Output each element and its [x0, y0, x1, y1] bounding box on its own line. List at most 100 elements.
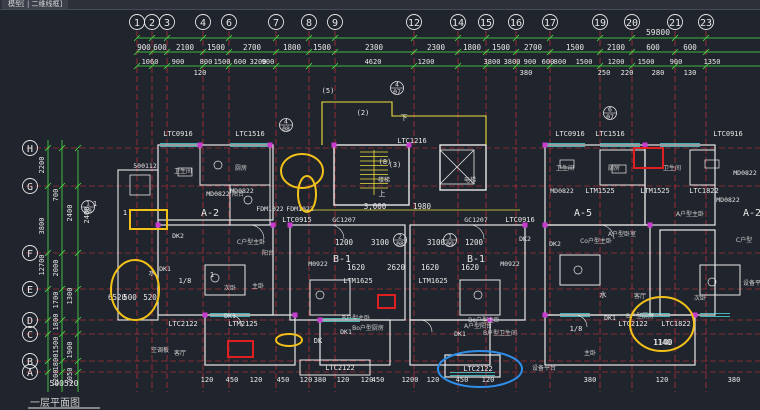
dim-text: 280	[652, 69, 665, 77]
axis-label: 6	[226, 18, 232, 29]
room-label: 阳台	[262, 249, 274, 257]
door-label: MD0822	[206, 190, 230, 198]
window-label: LTM1525	[585, 187, 615, 195]
axis-label: 15	[480, 18, 492, 29]
dim-text: 120	[250, 376, 263, 384]
room-label: Bo户型主卧	[468, 316, 500, 324]
structural-column	[202, 312, 208, 318]
room-label: 厨房	[608, 164, 620, 172]
window-label: LTC2122	[463, 365, 493, 373]
axis-label: 3	[164, 18, 170, 29]
dim-text: 450	[226, 376, 239, 384]
room-label: Bo户型厨房	[352, 324, 384, 332]
room-label: 电梯	[464, 176, 476, 184]
dim-text: 900	[137, 43, 151, 52]
door-swing	[469, 224, 485, 240]
toilet-fixture	[315, 290, 325, 300]
axis-label: 9	[332, 18, 338, 29]
dim-text: 600	[234, 58, 247, 66]
axis-label: 8	[306, 18, 312, 29]
cad-drawing-canvas[interactable]: { "window": { "tab_label": "模型[ | 二维线框]"…	[0, 0, 760, 410]
room-label: 设备平台	[532, 364, 556, 372]
axis-label: 21	[669, 18, 681, 29]
dim-text: 1060	[142, 58, 159, 66]
window-label: LTC2122	[618, 320, 648, 328]
dim-text: 900	[172, 58, 185, 66]
room-label: 卫生间	[556, 164, 574, 172]
misc-label: 上	[379, 189, 386, 198]
room-label: A-2	[743, 208, 760, 219]
misc-label: 1	[123, 209, 127, 217]
dim-text: 900	[670, 58, 683, 66]
room-label: 卫生间	[663, 164, 681, 172]
axis-bubble-9: 9	[327, 14, 343, 30]
axis-label: F	[27, 249, 33, 260]
section-mark-bottom: 08	[84, 207, 92, 215]
room-label: 阳台	[232, 190, 244, 198]
axis-bubble-23: 23	[698, 14, 714, 30]
axis-bubble-19: 19	[592, 14, 608, 30]
misc-label: (5)	[322, 87, 335, 95]
dim-text-vertical: 2400	[66, 205, 74, 222]
door-label: DK1	[159, 265, 171, 273]
dim-text: 500	[123, 293, 137, 302]
axis-label: 17	[544, 18, 556, 29]
axis-label: A	[27, 368, 33, 379]
toilet-fixture	[213, 160, 223, 170]
dim-text: 1500	[214, 58, 231, 66]
dim-text-vertical: 1800	[52, 314, 60, 331]
wall-left-duct	[129, 174, 151, 196]
dim-text-vertical: 2200	[38, 157, 46, 174]
dim-text: 220	[621, 69, 634, 77]
window-label: LTM2125	[228, 320, 258, 328]
door-label: DK2	[519, 235, 531, 243]
dim-text: 450	[277, 376, 290, 384]
structural-column	[317, 317, 323, 323]
room-label: 设备平台	[743, 279, 760, 287]
door-label: M0922	[308, 260, 328, 268]
dim-text: 380	[584, 376, 597, 384]
door-swing	[419, 319, 433, 333]
axis-bubble-7: 7	[268, 14, 284, 30]
dim-text: 380	[728, 376, 741, 384]
misc-label: 1	[210, 271, 214, 279]
dim-text-vertical: 12700	[38, 254, 46, 275]
misc-label: 下	[401, 114, 408, 122]
room-label: A-5	[574, 208, 592, 219]
room-label: 厨房	[235, 164, 247, 172]
dim-text: 120	[656, 376, 669, 384]
section-mark: 109	[443, 233, 457, 248]
dim-text: 1200	[465, 238, 484, 247]
window-label: LTM1625	[418, 277, 448, 285]
axis-label: 4	[200, 18, 206, 29]
axis-bubble-17: 17	[542, 14, 558, 30]
room-label: 空调板	[151, 346, 169, 354]
dim-text: 2300	[427, 43, 446, 52]
section-mark: 607	[603, 106, 617, 121]
dim-text: 600	[646, 43, 660, 52]
axis-bubbles-left: H G F E DC BA	[22, 140, 38, 380]
dim-text: 800	[200, 58, 213, 66]
dim-text-vertical: 1700	[52, 292, 60, 309]
dim-text: 1500	[207, 43, 226, 52]
toilet-fixture	[473, 290, 483, 300]
highlight-box-red	[633, 147, 664, 169]
door-label: GC1207	[464, 216, 488, 224]
misc-label: DK	[314, 337, 323, 345]
section-mark: 407	[390, 81, 404, 96]
axis-label: 20	[626, 18, 638, 29]
axis-label: D	[27, 316, 33, 327]
dim-text: 1980	[413, 202, 432, 211]
wall-stair-core	[333, 144, 410, 206]
dim-text: 1800	[283, 43, 302, 52]
misc-label: 1140	[653, 338, 672, 347]
dim-text: 2100	[607, 43, 626, 52]
toilet-fixture	[243, 195, 253, 205]
axis-label: 12	[408, 18, 420, 29]
wall-unit-right-mid	[659, 229, 716, 316]
room-label: A-2	[201, 208, 219, 219]
section-mark: 408	[279, 118, 293, 133]
dim-text: 120	[337, 376, 350, 384]
axis-label: E	[27, 285, 33, 296]
dim-text: 1620	[421, 263, 440, 272]
